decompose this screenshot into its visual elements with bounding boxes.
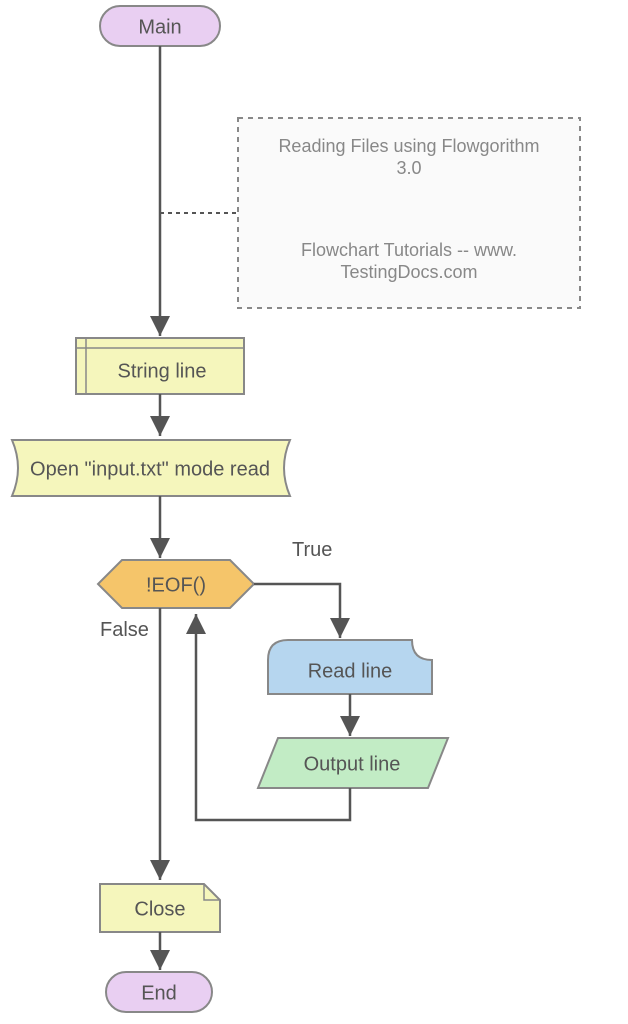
read-label: Read line — [308, 660, 393, 682]
terminal-main-label: Main — [138, 16, 181, 38]
terminal-end-label: End — [141, 982, 177, 1004]
flowchart-diagram: Main Reading Files using Flowgorithm 3.0… — [0, 0, 628, 1024]
decision-true-label: True — [292, 539, 332, 561]
terminal-main: Main — [100, 6, 220, 46]
note-title-2: 3.0 — [396, 158, 421, 178]
output-label: Output line — [304, 753, 401, 775]
note-sub-2: TestingDocs.com — [340, 262, 477, 282]
decision-false-label: False — [100, 619, 149, 641]
file-open-label: Open "input.txt" mode read — [30, 458, 270, 480]
read-block: Read line — [268, 640, 432, 694]
decision-block: !EOF() — [98, 560, 254, 608]
file-open-block: Open "input.txt" mode read — [12, 440, 290, 496]
declare-label: String line — [118, 360, 207, 382]
declare-block: String line — [76, 338, 244, 394]
note-sub-1: Flowchart Tutorials -- www. — [301, 240, 517, 260]
file-close-label: Close — [134, 898, 185, 920]
file-close-block: Close — [100, 884, 220, 932]
output-block: Output line — [258, 738, 448, 788]
note-title-1: Reading Files using Flowgorithm — [278, 136, 539, 156]
terminal-end: End — [106, 972, 212, 1012]
arrow-true — [254, 584, 340, 638]
note-box: Reading Files using Flowgorithm 3.0 Flow… — [238, 118, 580, 308]
decision-label: !EOF() — [146, 574, 206, 596]
